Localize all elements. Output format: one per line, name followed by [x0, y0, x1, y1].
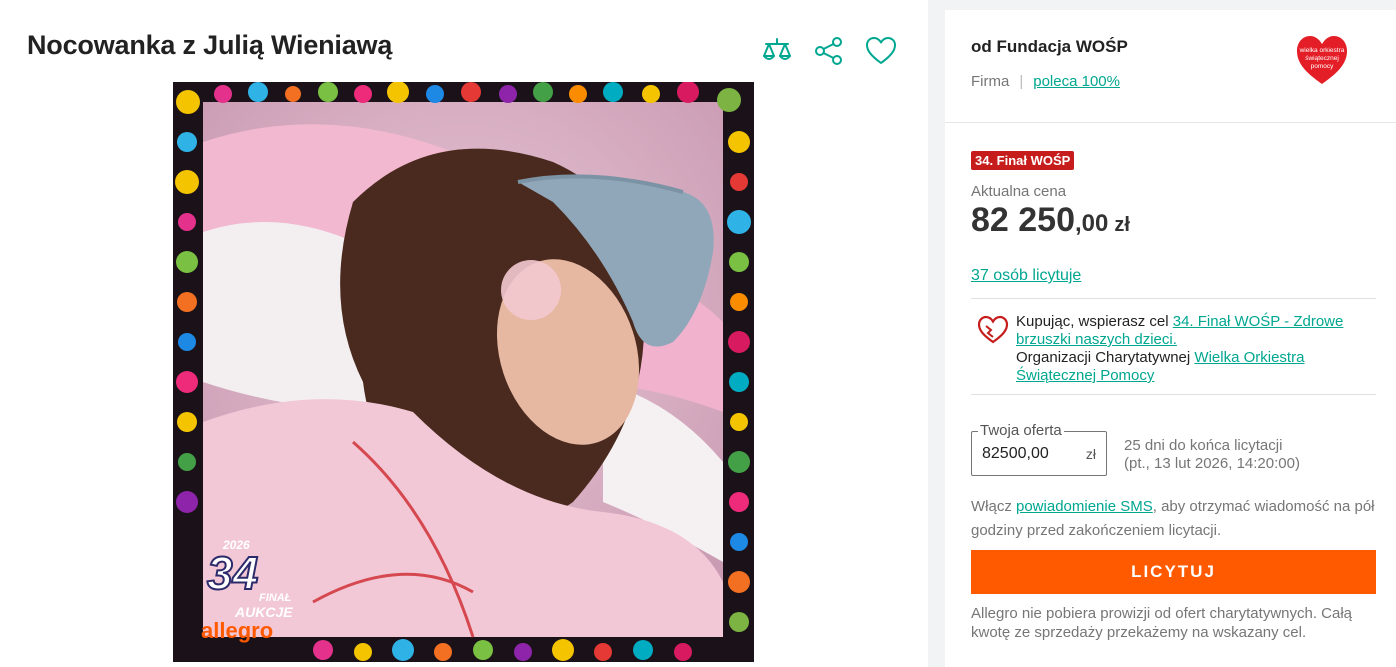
share-button[interactable]	[812, 34, 846, 68]
sms-notification-text: Włącz powiadomienie SMS, aby otrzymać wi…	[971, 495, 1376, 543]
seller-meta: Firma | poleca 100%	[971, 73, 1120, 90]
gutter	[928, 0, 945, 667]
svg-text:pomocy: pomocy	[1311, 63, 1335, 70]
charity-heart-icon	[977, 315, 1009, 344]
badge-brand: allegro	[201, 618, 274, 643]
current-price: 82 250,00 zł	[971, 201, 1130, 240]
seller-name: od Fundacja WOŚP	[971, 37, 1128, 56]
wosp-final-badge: 34. Finał WOŚP	[971, 151, 1075, 170]
seller-card: od Fundacja WOŚP Firma | poleca 100% wie…	[945, 10, 1396, 123]
compare-button[interactable]	[760, 34, 794, 68]
deadline-date: (pt., 13 lut 2026, 14:20:00)	[1124, 455, 1300, 472]
seller-recommend-link[interactable]: poleca 100%	[1033, 73, 1120, 90]
charity-text: Kupując, wspierasz cel 34. Finał WOŚP - …	[1016, 313, 1356, 385]
badge-final: FINAŁ	[259, 592, 292, 604]
bidders-link[interactable]: 37 osób licytuje	[971, 267, 1081, 285]
listing-panel: Nocowanka z Julią Wieniawą 2026 34 FINAŁ…	[0, 0, 928, 667]
offer-panel: 34. Finał WOŚP Aktualna cena 82 250,00 zł…	[945, 123, 1396, 667]
divider	[971, 394, 1376, 395]
sms-notification-link[interactable]: powiadomienie SMS	[1016, 498, 1153, 515]
bid-button[interactable]: LICYTUJ	[971, 550, 1376, 594]
sms-text-1: Włącz	[971, 498, 1016, 515]
auction-deadline: 25 dni do końca licytacji (pt., 13 lut 2…	[1124, 437, 1300, 473]
scales-icon	[763, 38, 791, 60]
wosp-auction-badge: 2026 34 FINAŁ AUKCJE allegro	[195, 532, 315, 647]
your-offer-currency: zł	[1085, 446, 1096, 462]
charity-text-2: Organizacji Charytatywnej	[1016, 349, 1195, 366]
svg-text:wielka orkiestra: wielka orkiestra	[1299, 47, 1345, 54]
wosp-logo[interactable]: wielka orkiestra świątecznej pomocy	[1295, 34, 1349, 86]
svg-text:świątecznej: świątecznej	[1305, 55, 1339, 62]
price-decimal: ,00	[1075, 210, 1109, 237]
price-label: Aktualna cena	[971, 183, 1067, 200]
commission-note: Allegro nie pobiera prowizji od ofert ch…	[971, 605, 1353, 641]
seller-type: Firma	[971, 73, 1010, 90]
your-offer-input[interactable]	[980, 444, 1079, 464]
price-currency: zł	[1114, 214, 1130, 236]
badge-number: 34	[206, 546, 259, 600]
wosp-heart-icon: wielka orkiestra świątecznej pomocy	[1297, 36, 1347, 84]
share-icon	[815, 37, 842, 65]
your-offer-field[interactable]: Twoja oferta zł	[971, 422, 1107, 476]
page-title: Nocowanka z Julią Wieniawą	[27, 30, 393, 60]
listing-photo[interactable]: 2026 34 FINAŁ AUKCJE allegro	[173, 82, 754, 662]
favorite-button[interactable]	[864, 34, 898, 68]
your-offer-label: Twoja oferta	[978, 422, 1064, 439]
charity-text-1: Kupując, wspierasz cel	[1016, 313, 1173, 330]
price-integer: 82 250	[971, 201, 1075, 239]
deadline-days: 25 dni do końca licytacji	[1124, 437, 1283, 454]
listing-actions	[760, 34, 898, 68]
divider	[971, 298, 1376, 299]
divider: |	[1019, 73, 1024, 90]
heart-icon	[866, 37, 896, 64]
